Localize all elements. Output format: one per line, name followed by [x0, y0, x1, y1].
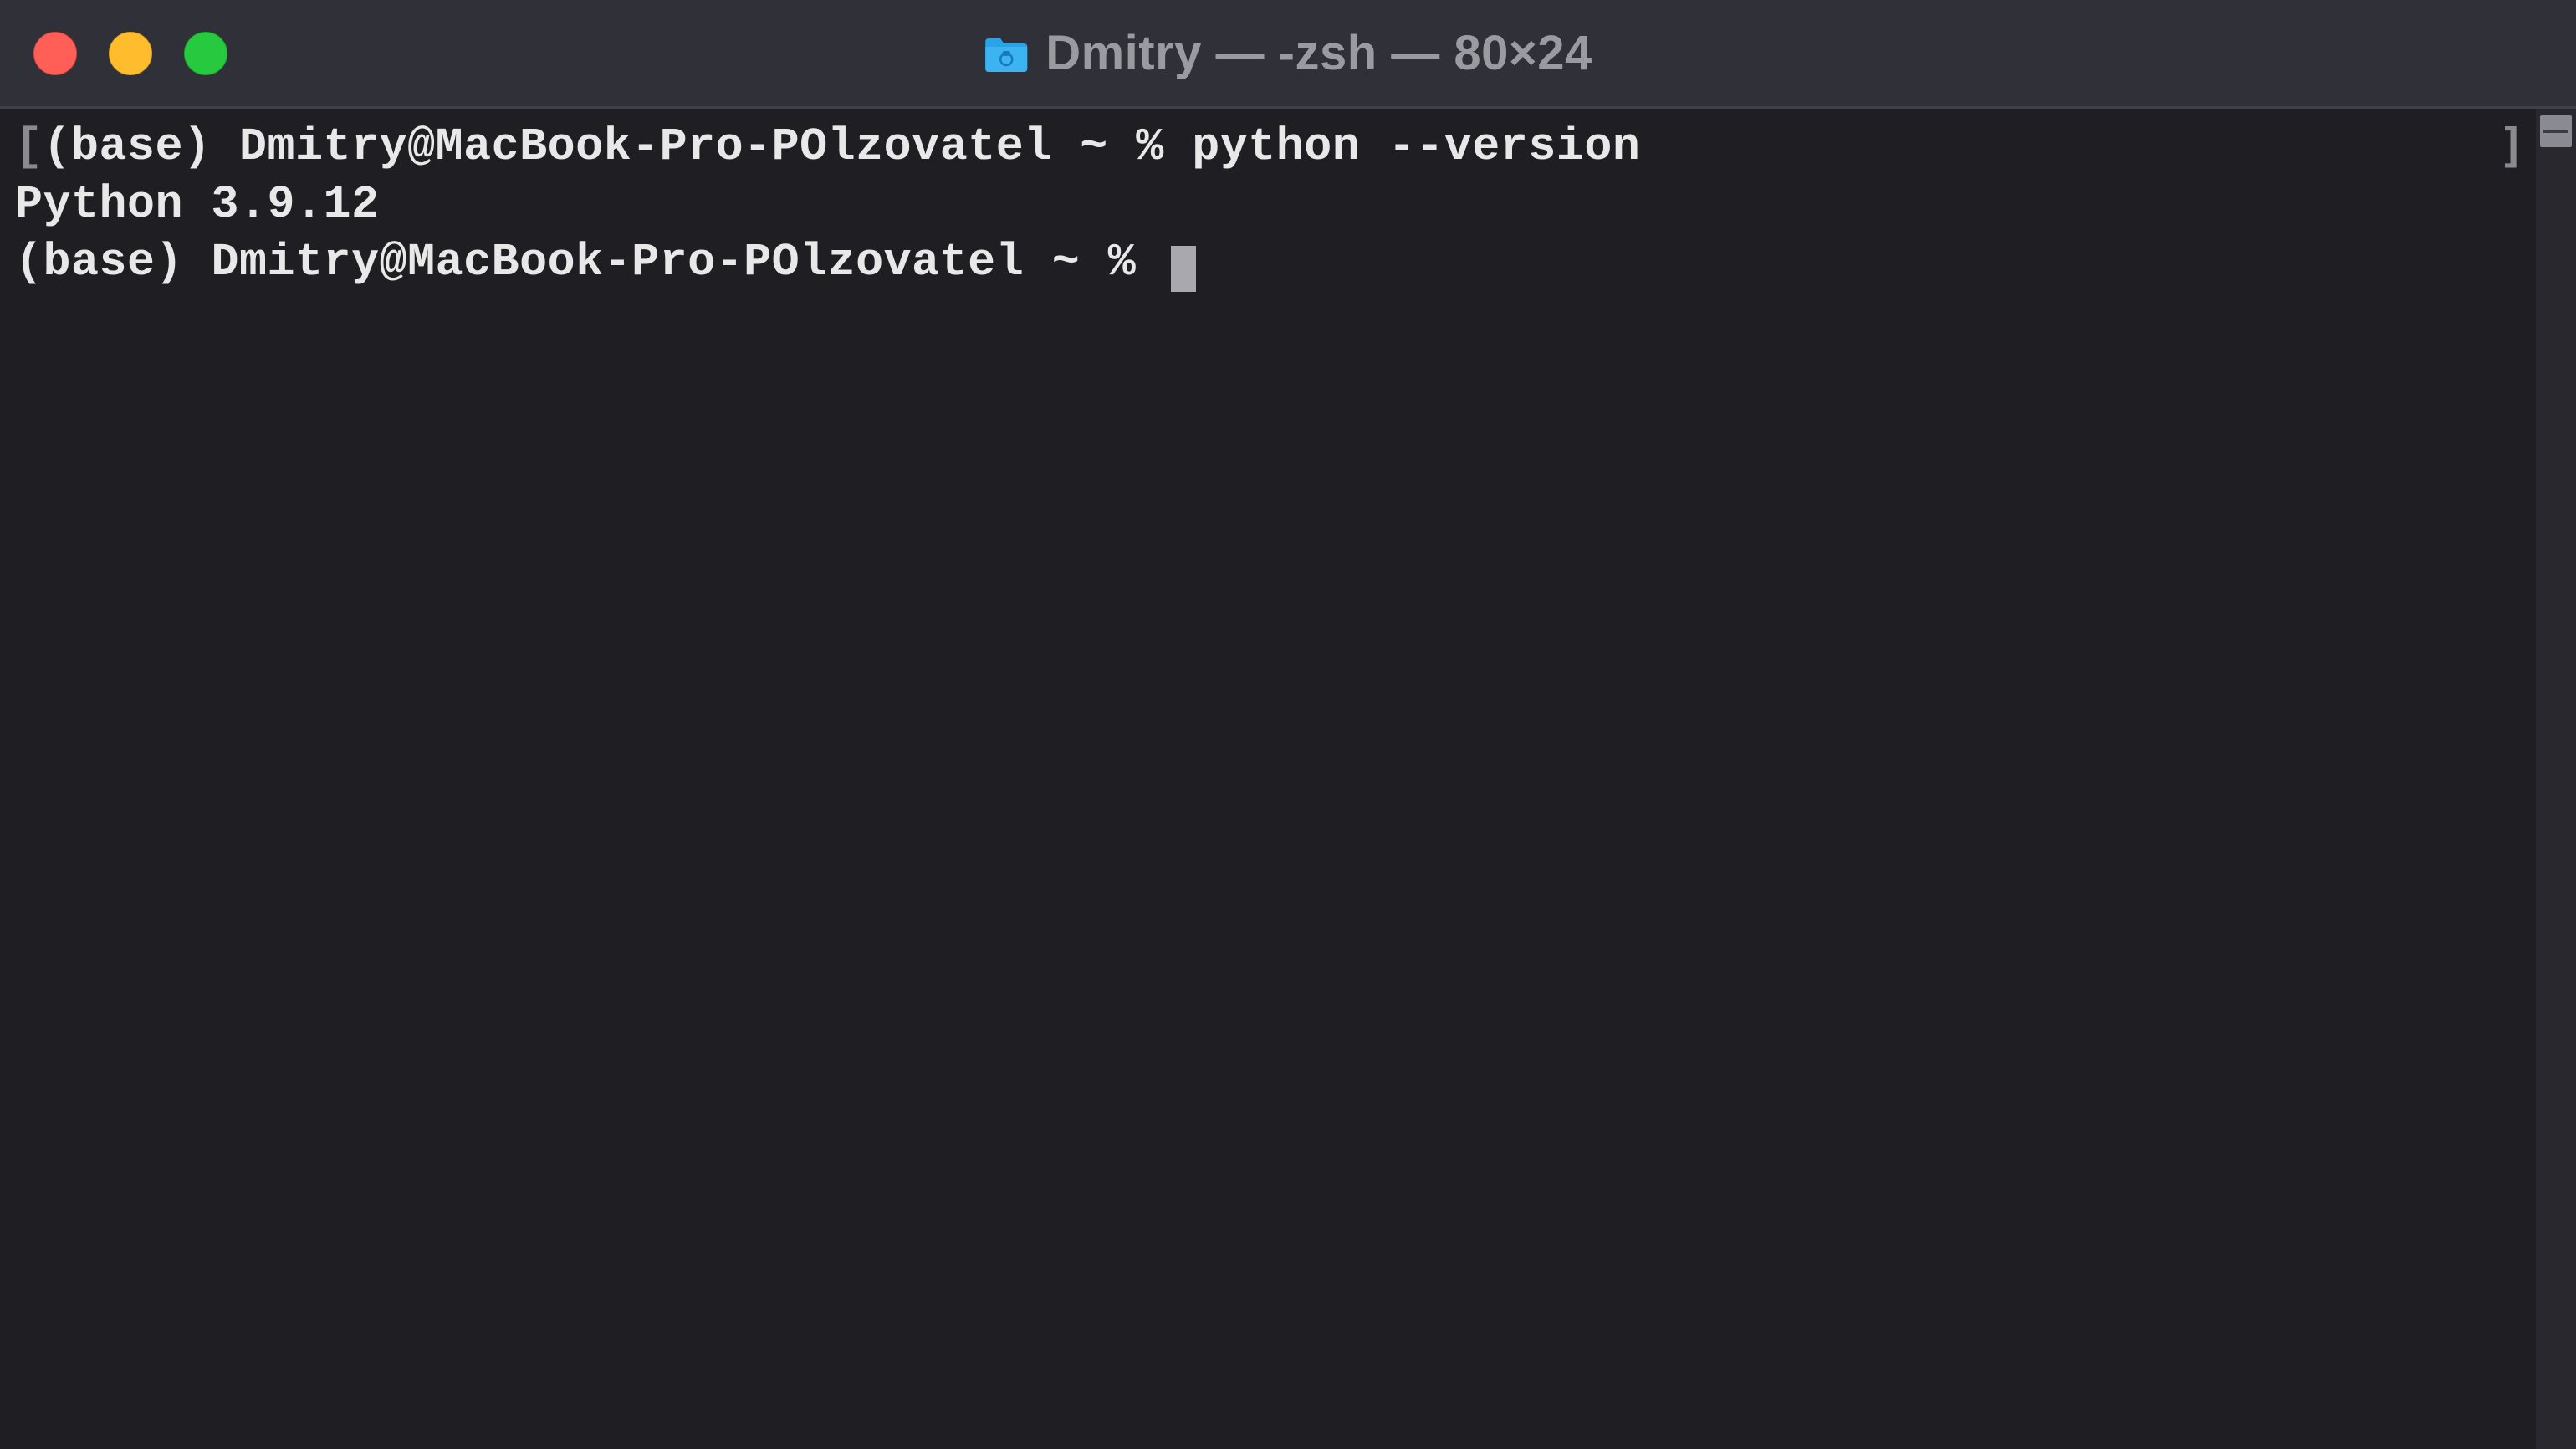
- traffic-lights: [0, 32, 227, 75]
- title-group: Dmitry — -zsh — 80×24: [984, 25, 1592, 81]
- minimize-button[interactable]: [109, 32, 152, 75]
- scrollbar[interactable]: [2536, 109, 2576, 1449]
- close-button[interactable]: [33, 32, 77, 75]
- terminal-line: [(base) Dmitry@MacBook-Pro-POlzovatel ~ …: [15, 119, 2521, 176]
- command-output: Python 3.9.12: [15, 178, 380, 231]
- split-pane-icon[interactable]: [2540, 115, 2572, 147]
- shell-prompt: (base) Dmitry@MacBook-Pro-POlzovatel ~ %: [15, 236, 1164, 288]
- terminal-window: Dmitry — -zsh — 80×24 [(base) Dmitry@Mac…: [0, 0, 2576, 1449]
- terminal-content[interactable]: [(base) Dmitry@MacBook-Pro-POlzovatel ~ …: [0, 109, 2536, 1449]
- bracket-right: ]: [2498, 119, 2526, 172]
- maximize-button[interactable]: [184, 32, 227, 75]
- bracket-left: [: [15, 120, 43, 173]
- shell-prompt: (base) Dmitry@MacBook-Pro-POlzovatel ~ %: [43, 120, 1193, 173]
- command-text: python --version: [1192, 120, 1640, 173]
- terminal-line: Python 3.9.12: [15, 176, 2521, 234]
- terminal-body: [(base) Dmitry@MacBook-Pro-POlzovatel ~ …: [0, 109, 2576, 1449]
- cursor: [1171, 246, 1196, 292]
- window-title: Dmitry — -zsh — 80×24: [1045, 25, 1592, 81]
- titlebar[interactable]: Dmitry — -zsh — 80×24: [0, 0, 2576, 109]
- terminal-line: (base) Dmitry@MacBook-Pro-POlzovatel ~ %: [15, 234, 2521, 292]
- folder-icon: [984, 35, 1029, 72]
